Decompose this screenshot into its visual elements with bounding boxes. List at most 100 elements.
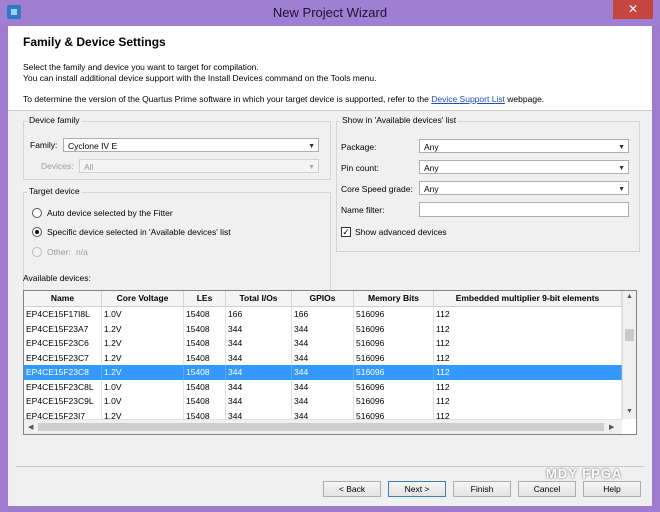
specific-device-radio[interactable] — [32, 227, 42, 237]
column-header[interactable]: Embedded multiplier 9-bit elements — [434, 291, 622, 306]
devices-select[interactable]: All ▼ — [79, 159, 319, 173]
table-row[interactable]: EP4CE15F23C6 1.2V 15408 344 344 516096 112 — [24, 336, 622, 351]
table-cell: EP4CE15F23C6 — [24, 336, 102, 351]
scroll-right-icon[interactable]: ▶ — [609, 423, 614, 431]
table-cell: 516096 — [354, 321, 434, 336]
table-cell: 112 — [434, 379, 622, 394]
column-header[interactable]: GPIOs — [292, 291, 354, 306]
speed-grade-select[interactable]: Any ▼ — [419, 181, 629, 195]
table-cell: 1.0V — [102, 307, 184, 322]
table-cell: 112 — [434, 350, 622, 365]
package-value: Any — [424, 142, 439, 152]
wizard-client: Family & Device Settings Select the fami… — [8, 26, 652, 506]
table-cell: 516096 — [354, 394, 434, 409]
vertical-scrollbar[interactable]: ▲ ▼ — [622, 291, 636, 419]
help-button[interactable]: Help — [583, 481, 641, 497]
table-row[interactable]: EP4CE15F23A7 1.2V 15408 344 344 516096 112 — [24, 321, 622, 336]
table-cell: 516096 — [354, 379, 434, 394]
table-cell: 344 — [226, 336, 292, 351]
table-cell: 1.0V — [102, 379, 184, 394]
cancel-button[interactable]: Cancel — [518, 481, 576, 497]
page-title: Family & Device Settings — [23, 35, 166, 49]
column-header[interactable]: Core Voltage — [102, 291, 184, 306]
table-cell: EP4CE15F23A7 — [24, 321, 102, 336]
table-row[interactable]: EP4CE15F23C8L 1.0V 15408 344 344 516096 112 — [24, 379, 622, 394]
finish-button[interactable]: Finish — [453, 481, 511, 497]
chevron-down-icon: ▼ — [618, 165, 625, 172]
other-device-radio[interactable] — [32, 247, 42, 257]
table-row[interactable]: EP4CE15F17I8L 1.0V 15408 166 166 516096 112 — [24, 307, 622, 322]
chevron-down-icon: ▼ — [308, 143, 315, 150]
horizontal-scrollbar[interactable]: ◀ ▶ — [24, 419, 622, 434]
family-select[interactable]: Cyclone IV E ▼ — [63, 138, 319, 152]
table-cell: 112 — [434, 336, 622, 351]
table-header: Name Core Voltage LEs Total I/Os GPIOs Memory… — [24, 291, 622, 307]
specific-device-label: Specific device selected in 'Available d… — [47, 227, 231, 237]
watermark: MDY FPGA — [546, 466, 623, 481]
table-cell: 344 — [292, 321, 354, 336]
scroll-down-icon[interactable]: ▼ — [626, 408, 633, 415]
table-cell: 15408 — [184, 307, 226, 322]
table-cell: 1.2V — [102, 350, 184, 365]
table-cell: 15408 — [184, 365, 226, 380]
support-text-prefix: To determine the version of the Quartus … — [23, 94, 429, 104]
column-header[interactable]: LEs — [184, 291, 226, 306]
table-cell: 112 — [434, 307, 622, 322]
table-cell: 344 — [226, 394, 292, 409]
table-cell: EP4CE15F23C7 — [24, 350, 102, 365]
target-device-title: Target device — [27, 186, 82, 196]
table-cell: 344 — [292, 379, 354, 394]
vertical-scroll-thumb[interactable] — [625, 329, 634, 341]
table-row[interactable]: EP4CE15F23C8 1.2V 15408 344 344 516096 112 — [24, 365, 622, 380]
support-text-suffix: webpage. — [507, 94, 545, 104]
table-cell: 344 — [292, 350, 354, 365]
table-cell: 112 — [434, 394, 622, 409]
device-support-list-link[interactable]: Device Support List — [431, 94, 505, 104]
window-title: New Project Wizard — [272, 5, 388, 20]
auto-device-radio[interactable] — [32, 208, 42, 218]
device-family-title: Device family — [27, 115, 82, 125]
table-cell: 15408 — [184, 321, 226, 336]
table-cell: 1.2V — [102, 336, 184, 351]
wizard-window: New Project Wizard ✕ Family & Device Set… — [0, 0, 660, 512]
scroll-left-icon[interactable]: ◀ — [28, 423, 33, 431]
horizontal-scroll-thumb[interactable] — [38, 423, 604, 431]
available-devices-table[interactable]: Name Core Voltage LEs Total I/Os GPIOs Memory… — [23, 290, 637, 435]
table-row[interactable]: EP4CE15F23C7 1.2V 15408 344 344 516096 112 — [24, 350, 622, 365]
next-button[interactable]: Next > — [388, 481, 446, 497]
title-bar[interactable]: New Project Wizard ✕ — [0, 0, 660, 26]
other-device-value: n/a — [76, 247, 88, 257]
table-cell: 15408 — [184, 336, 226, 351]
package-select[interactable]: Any ▼ — [419, 139, 629, 153]
table-cell: 112 — [434, 321, 622, 336]
scroll-up-icon[interactable]: ▲ — [626, 293, 633, 300]
table-cell: 516096 — [354, 350, 434, 365]
column-header[interactable]: Name — [24, 291, 102, 306]
table-cell: 15408 — [184, 350, 226, 365]
back-button[interactable]: < Back — [323, 481, 381, 497]
show-advanced-checkbox[interactable]: ✓ — [341, 227, 351, 237]
pin-count-value: Any — [424, 163, 439, 173]
show-advanced-label: Show advanced devices — [355, 227, 447, 237]
package-label: Package: — [341, 142, 377, 152]
auto-device-label: Auto device selected by the Fitter — [47, 208, 173, 218]
table-cell: 344 — [226, 379, 292, 394]
column-header[interactable]: Total I/Os — [226, 291, 292, 306]
table-cell: EP4CE15F17I8L — [24, 307, 102, 322]
table-cell: 1.0V — [102, 394, 184, 409]
table-cell: 344 — [226, 350, 292, 365]
table-cell: 15408 — [184, 394, 226, 409]
table-cell: 344 — [292, 336, 354, 351]
close-button[interactable]: ✕ — [613, 0, 653, 19]
chevron-down-icon: ▼ — [618, 144, 625, 151]
table-row[interactable]: EP4CE15F23C9L 1.0V 15408 344 344 516096 112 — [24, 394, 622, 409]
name-filter-input[interactable] — [419, 202, 629, 217]
column-header[interactable]: Memory Bits — [354, 291, 434, 306]
pin-count-select[interactable]: Any ▼ — [419, 160, 629, 174]
table-cell: 344 — [292, 365, 354, 380]
table-cell: 516096 — [354, 336, 434, 351]
chevron-down-icon: ▼ — [308, 164, 315, 171]
table-cell: 1.2V — [102, 321, 184, 336]
pin-count-label: Pin count: — [341, 163, 379, 173]
table-cell: 166 — [292, 307, 354, 322]
